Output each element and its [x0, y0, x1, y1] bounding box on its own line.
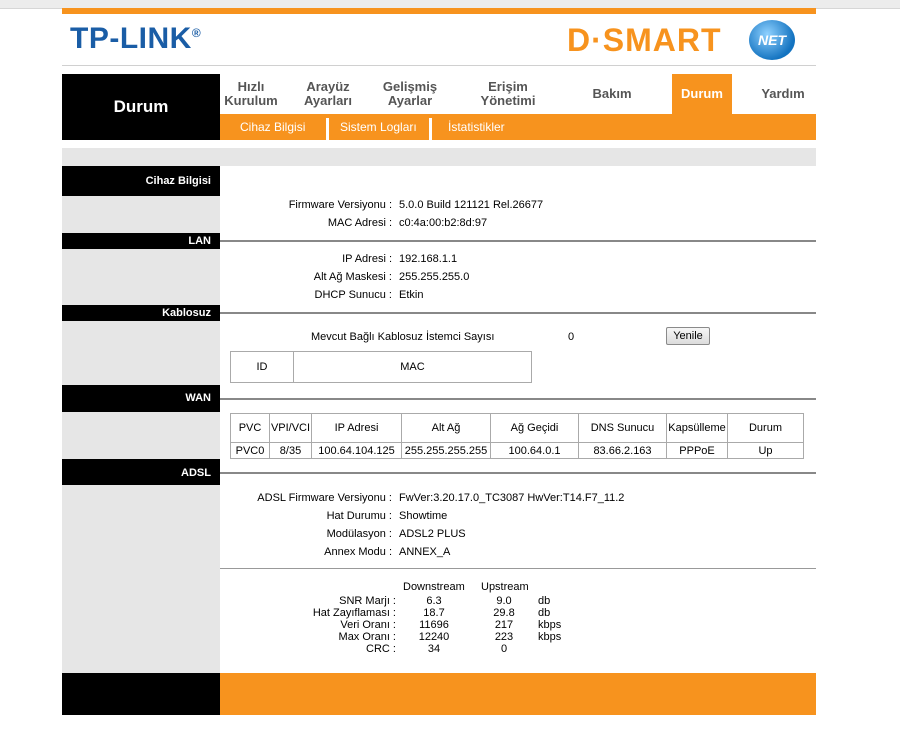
- wireless-clients-value: 0: [568, 331, 575, 343]
- modulation-label: Modülasyon :: [326, 528, 392, 540]
- stat-down: 11696: [419, 619, 449, 631]
- table-header-mac: MAC: [293, 351, 532, 383]
- line-status-label: Hat Durumu :: [326, 510, 392, 522]
- wan-col-ip: IP Adresi: [311, 413, 402, 443]
- main-nav: Hızlı Kurulum Arayüz Ayarları Gelişmiş A…: [220, 74, 816, 114]
- stats-header-downstream: Downstream: [403, 581, 465, 593]
- subnav-statistics[interactable]: İstatistikler: [448, 114, 505, 140]
- subnav-separator: [429, 118, 432, 140]
- footer-left-block: [62, 673, 220, 715]
- subnav-separator: [326, 118, 329, 140]
- stats-divider: [220, 568, 816, 569]
- nav-status[interactable]: Durum: [672, 74, 732, 114]
- section-divider: [220, 472, 816, 474]
- content-top-band: [62, 148, 816, 166]
- wireless-clients-table: ID MAC: [230, 351, 532, 383]
- nav-advanced-settings[interactable]: Gelişmiş Ayarlar: [374, 74, 446, 114]
- dhcp-value: Etkin: [399, 289, 424, 301]
- firmware-label: Firmware Versiyonu :: [288, 199, 392, 211]
- wireless-clients-label: Mevcut Bağlı Kablosuz İstemci Sayısı: [311, 331, 495, 343]
- stat-down: 12240: [418, 631, 450, 643]
- sub-nav: Cihaz Bilgisi Sistem Logları İstatistikl…: [220, 114, 816, 140]
- dhcp-label: DHCP Sunucu :: [314, 289, 392, 301]
- annex-label: Annex Modu :: [324, 546, 392, 558]
- mac-label: MAC Adresi :: [327, 217, 392, 229]
- stat-label: CRC :: [366, 643, 396, 655]
- stat-up: 223: [494, 631, 514, 643]
- stat-down: 34: [427, 643, 441, 655]
- stat-up: 217: [494, 619, 514, 631]
- nav-help[interactable]: Yardım: [750, 74, 816, 114]
- subnav-system-logs[interactable]: Sistem Logları: [340, 114, 417, 140]
- stat-unit: db: [538, 595, 551, 607]
- stat-up: 9.0: [496, 595, 512, 607]
- wan-cell: PPPoE: [666, 442, 728, 459]
- lan-mask-label: Alt Ağ Maskesi :: [313, 271, 392, 283]
- wan-cell: PVC0: [230, 442, 270, 459]
- nav-quick-setup[interactable]: Hızlı Kurulum: [220, 74, 282, 114]
- firmware-value: 5.0.0 Build 121121 Rel.26677: [399, 199, 544, 211]
- wan-col-encap: Kapsülleme: [666, 413, 728, 443]
- lan-ip-label: IP Adresi :: [342, 253, 392, 265]
- section-wan: WAN: [62, 385, 220, 412]
- mac-value: c0:4a:00:b2:8d:97: [399, 217, 488, 229]
- stat-label: Max Oranı :: [338, 631, 396, 643]
- stat-label: SNR Marjı :: [339, 595, 396, 607]
- wan-cell: 100.64.104.125: [311, 442, 402, 459]
- adsl-fw-value: FwVer:3.20.17.0_TC3087 HwVer:T14.F7_11.2: [399, 492, 625, 504]
- wan-cell: 255.255.255.255: [401, 442, 491, 459]
- header-divider: [62, 65, 816, 66]
- table-header-row: PVC VPI/VCI IP Adresi Alt Ağ Ağ Geçidi D…: [230, 413, 804, 443]
- wan-col-status: Durum: [727, 413, 804, 443]
- table-header-id: ID: [230, 351, 294, 383]
- wan-cell: 83.66.2.163: [578, 442, 667, 459]
- wan-table: PVC VPI/VCI IP Adresi Alt Ağ Ağ Geçidi D…: [230, 413, 804, 459]
- footer-bar: [220, 673, 816, 715]
- nav-maintenance[interactable]: Bakım: [572, 74, 652, 114]
- stat-unit: kbps: [538, 631, 562, 643]
- stat-down: 6.3: [426, 595, 442, 607]
- lan-ip-value: 192.168.1.1: [399, 253, 458, 265]
- annex-value: ANNEX_A: [399, 546, 451, 558]
- stat-up: 0: [500, 643, 508, 655]
- adsl-fw-label: ADSL Firmware Versiyonu :: [257, 492, 392, 504]
- section-lan: LAN: [62, 233, 220, 249]
- modulation-value: ADSL2 PLUS: [399, 528, 466, 540]
- top-accent-bar: [62, 8, 816, 14]
- stats-header-upstream: Upstream: [481, 581, 529, 593]
- stat-down: 18.7: [423, 607, 445, 619]
- tp-link-logo: TP-LINK®: [70, 22, 202, 55]
- wan-col-dns: DNS Sunucu: [578, 413, 667, 443]
- wan-cell: 8/35: [269, 442, 312, 459]
- subnav-device-info[interactable]: Cihaz Bilgisi: [240, 114, 305, 140]
- section-wireless: Kablosuz: [62, 305, 220, 321]
- stat-unit: db: [538, 607, 551, 619]
- router-status-page: TP-LINK® D·SMART NET Durum Hızlı Kurulum…: [62, 8, 816, 715]
- stat-unit: kbps: [538, 619, 562, 631]
- wan-cell: 100.64.0.1: [490, 442, 579, 459]
- section-divider: [220, 240, 816, 242]
- section-divider: [220, 312, 816, 314]
- section-divider: [220, 398, 816, 400]
- refresh-button[interactable]: Yenile: [666, 327, 710, 345]
- line-status-value: Showtime: [399, 510, 448, 522]
- wan-col-pvc: PVC: [230, 413, 270, 443]
- nav-access-management[interactable]: Erişim Yönetimi: [464, 74, 552, 114]
- table-row: PVC0 8/35 100.64.104.125 255.255.255.255…: [230, 442, 804, 459]
- current-section-title: Durum: [62, 74, 220, 140]
- nav-interface-settings[interactable]: Arayüz Ayarları: [292, 74, 364, 114]
- wan-col-subnet: Alt Ağ: [401, 413, 491, 443]
- stat-up: 29.8: [493, 607, 515, 619]
- wan-col-vpivci: VPI/VCI: [269, 413, 312, 443]
- lan-mask-value: 255.255.255.0: [399, 271, 470, 283]
- stat-label: Hat Zayıflaması :: [312, 607, 396, 619]
- section-device-info: Cihaz Bilgisi: [62, 166, 220, 196]
- wan-col-gateway: Ağ Geçidi: [490, 413, 579, 443]
- dsmart-net-logo: D·SMART NET: [567, 20, 795, 62]
- wan-cell: Up: [727, 442, 804, 459]
- net-globe-icon: NET: [749, 20, 795, 60]
- stat-label: Veri Oranı :: [340, 619, 396, 631]
- section-adsl: ADSL: [62, 459, 220, 485]
